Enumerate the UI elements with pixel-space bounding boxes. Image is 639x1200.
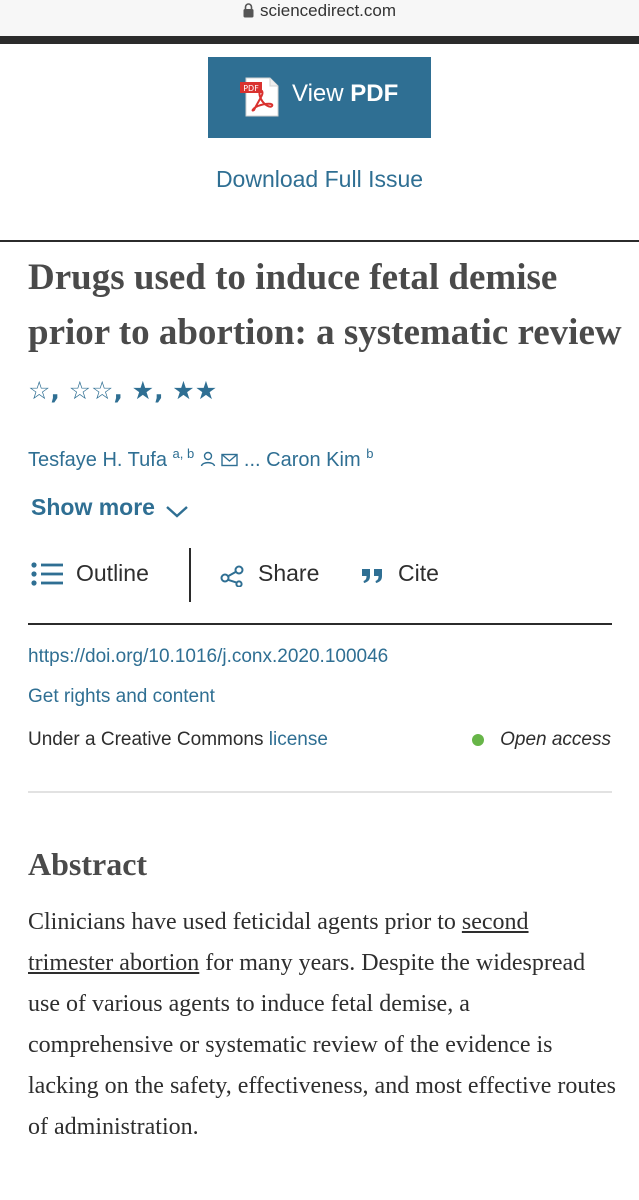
open-access-label: Open access	[500, 729, 611, 750]
article-title: Drugs used to induce fetal demise prior …	[28, 250, 628, 418]
star-note-2[interactable]: ☆☆	[69, 376, 114, 405]
toolbar-divider	[28, 623, 612, 625]
header-divider	[0, 36, 639, 44]
download-full-issue-link[interactable]: Download Full Issue	[0, 166, 639, 193]
share-label: Share	[258, 560, 320, 586]
quote-icon	[362, 568, 382, 583]
person-icon[interactable]	[200, 451, 216, 467]
author-link-1[interactable]: Tesfaye H. Tufa	[28, 449, 167, 471]
outline-button[interactable]: Outline	[30, 560, 149, 587]
author-ellipsis[interactable]: ...	[244, 449, 261, 471]
show-more-button[interactable]: Show more	[31, 494, 189, 521]
toolbar-separator	[189, 548, 191, 602]
abstract-heading: Abstract	[28, 846, 148, 882]
view-pdf-button[interactable]: PDF View PDF	[208, 57, 431, 138]
author-1-affiliations[interactable]: a, b	[173, 446, 195, 461]
article-title-text: Drugs used to induce fetal demise prior …	[28, 257, 622, 353]
open-access-dot-icon	[472, 734, 485, 746]
meta-divider	[28, 791, 612, 793]
author-link-2[interactable]: Caron Kim	[266, 449, 360, 471]
abstract-text: Clinicians have used feticidal agents pr…	[28, 909, 617, 1140]
star-note-4[interactable]: ★★	[172, 376, 217, 405]
browser-url-bar[interactable]: sciencedirect.com	[0, 0, 639, 36]
cite-label: Cite	[398, 560, 439, 586]
outline-label: Outline	[76, 560, 149, 586]
show-more-label: Show more	[31, 494, 155, 520]
license-statement: Under a Creative Commons license	[28, 729, 328, 751]
share-icon	[220, 565, 244, 587]
open-access-badge: Open access	[472, 729, 611, 751]
get-rights-link[interactable]: Get rights and content	[28, 686, 215, 708]
view-pdf-label: View PDF	[292, 80, 399, 107]
author-2-affiliations[interactable]: b	[366, 446, 373, 461]
star-note-1[interactable]: ☆	[28, 376, 50, 405]
license-prefix: Under a Creative Commons	[28, 729, 264, 750]
star-note-3[interactable]: ★	[132, 376, 154, 405]
pdf-file-icon: PDF	[240, 77, 279, 117]
doi-link[interactable]: https://doi.org/10.1016/j.conx.2020.1000…	[28, 646, 388, 668]
license-link[interactable]: license	[269, 729, 328, 750]
chevron-down-icon	[166, 506, 188, 518]
url-text: sciencedirect.com	[259, 1, 397, 20]
list-icon	[31, 561, 63, 586]
author-list: Tesfaye H. Tufa a, b ... Caron Kim b	[28, 440, 373, 474]
pdf-icon-text: PDF	[243, 84, 259, 93]
url-display[interactable]: sciencedirect.com	[0, 0, 639, 22]
share-button[interactable]: Share	[220, 560, 319, 587]
section-divider	[0, 240, 639, 242]
title-footnote-stars: ☆, ☆☆, ★, ★★	[28, 376, 218, 405]
envelope-icon[interactable]	[221, 453, 239, 467]
cite-button[interactable]: Cite	[360, 560, 439, 587]
lock-icon	[243, 3, 254, 18]
